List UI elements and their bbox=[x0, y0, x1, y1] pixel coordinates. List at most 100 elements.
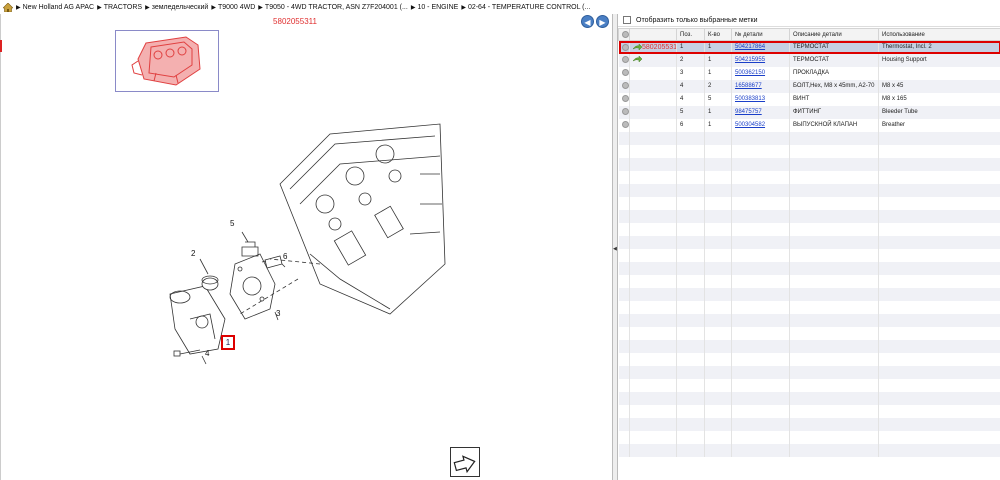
table-row bbox=[618, 352, 1000, 366]
go-to-arrow-icon[interactable] bbox=[633, 56, 642, 64]
table-row[interactable]: 4 2 16588677 БОЛТ,Hex, M8 x 45mm, A2-70 M8 x… bbox=[618, 79, 1000, 93]
breadcrumb-item[interactable]: ▶ T9000 4WD bbox=[211, 4, 255, 11]
row-marker bbox=[629, 79, 677, 93]
table-row[interactable]: 2 1 504215955 ТЕРМОСТАТ Housing Support bbox=[618, 53, 1000, 67]
nav-forward-button[interactable]: ▶ bbox=[596, 15, 609, 28]
table-row[interactable]: 4 5 500383813 ВИНТ M8 x 165 bbox=[618, 92, 1000, 106]
cell-qty: 1 bbox=[704, 40, 732, 54]
callout-1-selected[interactable]: 1 bbox=[221, 335, 235, 350]
cell-part[interactable]: 16588677 bbox=[731, 79, 790, 93]
callout-2[interactable]: 2 bbox=[191, 249, 195, 258]
row-select-icon[interactable] bbox=[618, 66, 630, 80]
cell-pos: 6 bbox=[676, 118, 705, 132]
row-marker bbox=[629, 92, 677, 106]
part-number-link[interactable]: 504215955 bbox=[735, 57, 765, 63]
row-select-icon[interactable] bbox=[618, 40, 630, 54]
row-marker: 5802055311 bbox=[629, 40, 677, 54]
row-select-icon[interactable] bbox=[618, 53, 630, 67]
callout-6[interactable]: 6 bbox=[283, 252, 287, 261]
callout-5[interactable]: 5 bbox=[230, 219, 234, 228]
breadcrumb-item[interactable]: ▶ 10 - ENGINE bbox=[411, 4, 458, 11]
part-number-link[interactable]: 16588677 bbox=[735, 83, 762, 89]
filter-bar: Отобразить только выбранные метки bbox=[618, 14, 1000, 27]
breadcrumb-arrow-icon: ▶ bbox=[145, 4, 150, 11]
cell-usage: Bleeder Tube bbox=[878, 105, 1000, 119]
table-row bbox=[618, 443, 1000, 457]
cell-part[interactable]: 500383813 bbox=[731, 92, 790, 106]
breadcrumb-label: New Holland AG APAC bbox=[22, 3, 95, 11]
home-icon[interactable] bbox=[3, 2, 13, 12]
table-row[interactable]: 3 1 500362150 ПРОКЛАДКА bbox=[618, 66, 1000, 80]
cell-part[interactable]: 500304582 bbox=[731, 118, 790, 132]
cell-qty: 1 bbox=[704, 53, 732, 67]
cell-part[interactable]: 500362150 bbox=[731, 66, 790, 80]
breadcrumb-item[interactable]: ▶ 02-64 - TEMPERATURE CONTROL (... bbox=[461, 4, 590, 11]
cell-pos: 4 bbox=[676, 92, 705, 106]
breadcrumb-item[interactable]: ▶ TRACTORS bbox=[97, 4, 142, 11]
export-button[interactable] bbox=[450, 447, 480, 477]
header-quantity[interactable]: К-во bbox=[704, 28, 732, 41]
cell-desc: ВЫПУСКНОЙ КЛАПАН bbox=[789, 118, 879, 132]
cell-desc: ПРОКЛАДКА bbox=[789, 66, 879, 80]
nav-back-button[interactable]: ◀ bbox=[581, 15, 594, 28]
callout-3[interactable]: 3 bbox=[276, 309, 280, 318]
row-select-icon[interactable] bbox=[618, 118, 630, 132]
cell-usage: Breather bbox=[878, 118, 1000, 132]
cell-usage: M8 x 45 bbox=[878, 79, 1000, 93]
table-row bbox=[618, 235, 1000, 249]
table-row[interactable]: 5 1 98475757 ФИТТИНГ Bleeder Tube bbox=[618, 105, 1000, 119]
show-selected-only-label: Отобразить только выбранные метки bbox=[636, 16, 758, 24]
row-marker bbox=[629, 118, 677, 132]
table-row bbox=[618, 261, 1000, 275]
diagram-part-number: 5802055311 bbox=[273, 17, 317, 26]
part-number-link[interactable]: 98475757 bbox=[735, 109, 762, 115]
breadcrumb-item[interactable]: ▶ New Holland AG APAC bbox=[16, 4, 94, 11]
breadcrumb-arrow-icon: ▶ bbox=[258, 4, 263, 11]
table-row bbox=[618, 196, 1000, 210]
breadcrumb-label: 10 - ENGINE bbox=[417, 3, 459, 11]
part-number-link[interactable]: 500362150 bbox=[735, 70, 765, 76]
cell-pos: 3 bbox=[676, 66, 705, 80]
header-description[interactable]: Описание детали bbox=[789, 28, 879, 41]
header-select-all[interactable] bbox=[618, 28, 630, 41]
header-usage[interactable]: Использование bbox=[878, 28, 1000, 41]
part-number-link[interactable]: 500383813 bbox=[735, 96, 765, 102]
table-row bbox=[618, 378, 1000, 392]
row-marker bbox=[629, 53, 677, 67]
breadcrumb-item[interactable]: ▶ T9050 - 4WD TRACTOR, ASN Z7F204001 (... bbox=[258, 4, 408, 11]
callout-4[interactable]: 4 bbox=[205, 349, 209, 358]
cell-part[interactable]: 98475757 bbox=[731, 105, 790, 119]
table-row bbox=[618, 157, 1000, 171]
breadcrumb-arrow-icon: ▶ bbox=[16, 4, 21, 11]
collapse-arrow-icon[interactable]: ◀ bbox=[613, 246, 617, 252]
table-row bbox=[618, 222, 1000, 236]
header-marker bbox=[629, 28, 677, 41]
part-number-link[interactable]: 504217864 bbox=[735, 44, 765, 50]
table-row bbox=[618, 365, 1000, 379]
header-position[interactable]: Поз. bbox=[676, 28, 705, 41]
selection-marker bbox=[0, 40, 2, 52]
breadcrumb-item[interactable]: ▶ земледельческий bbox=[145, 4, 208, 11]
cell-part[interactable]: 504215955 bbox=[731, 53, 790, 67]
cell-desc: ТЕРМОСТАТ bbox=[789, 40, 879, 54]
table-row[interactable]: 580205531111504217864ТЕРМОСТАТThermostat… bbox=[618, 40, 1000, 54]
table-row bbox=[618, 404, 1000, 418]
breadcrumb-label: земледельческий bbox=[151, 3, 209, 11]
cell-qty: 1 bbox=[704, 66, 732, 80]
part-number-link[interactable]: 500304582 bbox=[735, 122, 765, 128]
engine-thumbnail[interactable] bbox=[115, 30, 219, 92]
go-to-arrow-icon[interactable] bbox=[633, 43, 642, 51]
table-row[interactable]: 6 1 500304582 ВЫПУСКНОЙ КЛАПАН Breather bbox=[618, 118, 1000, 132]
row-select-icon[interactable] bbox=[618, 92, 630, 106]
engine-thumbnail-image bbox=[131, 36, 201, 86]
breadcrumb-arrow-icon: ▶ bbox=[97, 4, 102, 11]
row-select-icon[interactable] bbox=[618, 79, 630, 93]
row-select-icon[interactable] bbox=[618, 105, 630, 119]
table-row bbox=[618, 131, 1000, 145]
cell-part[interactable]: 504217864 bbox=[731, 40, 790, 54]
header-part-number[interactable]: № детали bbox=[731, 28, 790, 41]
cell-pos: 4 bbox=[676, 79, 705, 93]
cell-desc: ФИТТИНГ bbox=[789, 105, 879, 119]
show-selected-only-checkbox[interactable] bbox=[623, 16, 631, 24]
breadcrumb-label: TRACTORS bbox=[103, 3, 143, 11]
